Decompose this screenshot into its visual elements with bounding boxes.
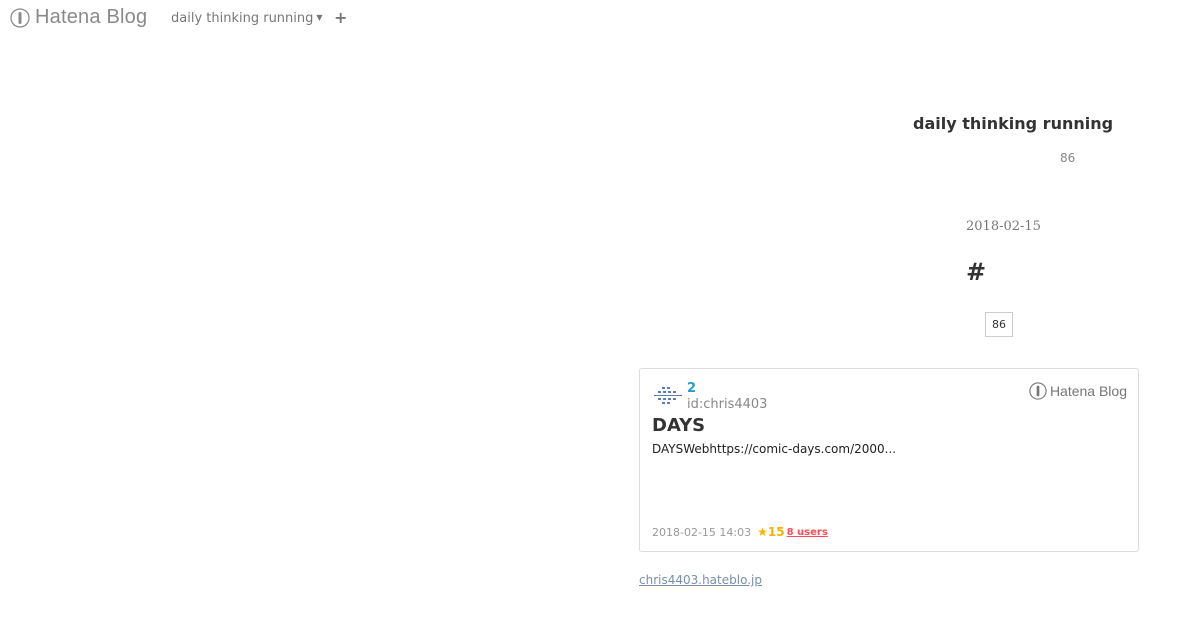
card-user-id[interactable]: id:chris4403 [687,397,767,412]
hatena-blog-logo[interactable]: Hatena Blog [10,6,147,29]
entry-date: 2018-02-15 [966,219,1041,234]
card-description: DAYSWebhttps://comic-days.com/2000... [652,442,897,456]
top-bar: Hatena Blog daily thinking running ▼ + [0,0,1200,37]
caret-down-icon: ▼ [316,13,323,22]
card-bookmark-users[interactable]: 8 users [787,527,828,538]
card-hatena-blog-logo[interactable]: Hatena Blog [1029,382,1127,400]
card-title[interactable]: DAYS [652,415,705,436]
card-entry-count[interactable]: 2 [687,381,696,396]
star-count: 86 [992,318,1006,331]
blog-switcher-label: daily thinking running [171,11,314,26]
blog-thumbnail-icon [654,387,682,404]
brand-name: Hatena Blog [35,6,148,28]
card-timestamp: 2018-02-15 14:03 [652,525,752,539]
embedded-blog-card[interactable]: 2 id:chris4403 Hatena Blog DAYS DAYSWebh… [639,368,1139,552]
blog-switcher-dropdown[interactable]: daily thinking running ▼ [171,11,323,26]
blog-domain-link[interactable]: chris4403.hateblo.jp [639,573,762,587]
hatena-logo-icon [10,7,30,28]
hatena-logo-icon [1029,382,1047,400]
card-brand-name: Hatena Blog [1049,383,1127,399]
subscriber-count: 86 [1060,151,1076,165]
add-button[interactable]: + [334,8,347,27]
card-footer: 2018-02-15 14:03 ★15 8 users [652,525,828,539]
blog-title[interactable]: daily thinking running [913,114,1113,133]
entry-title[interactable]: # [966,258,986,286]
star-count-badge[interactable]: 86 [985,312,1013,337]
card-star-count[interactable]: ★15 [757,525,784,539]
